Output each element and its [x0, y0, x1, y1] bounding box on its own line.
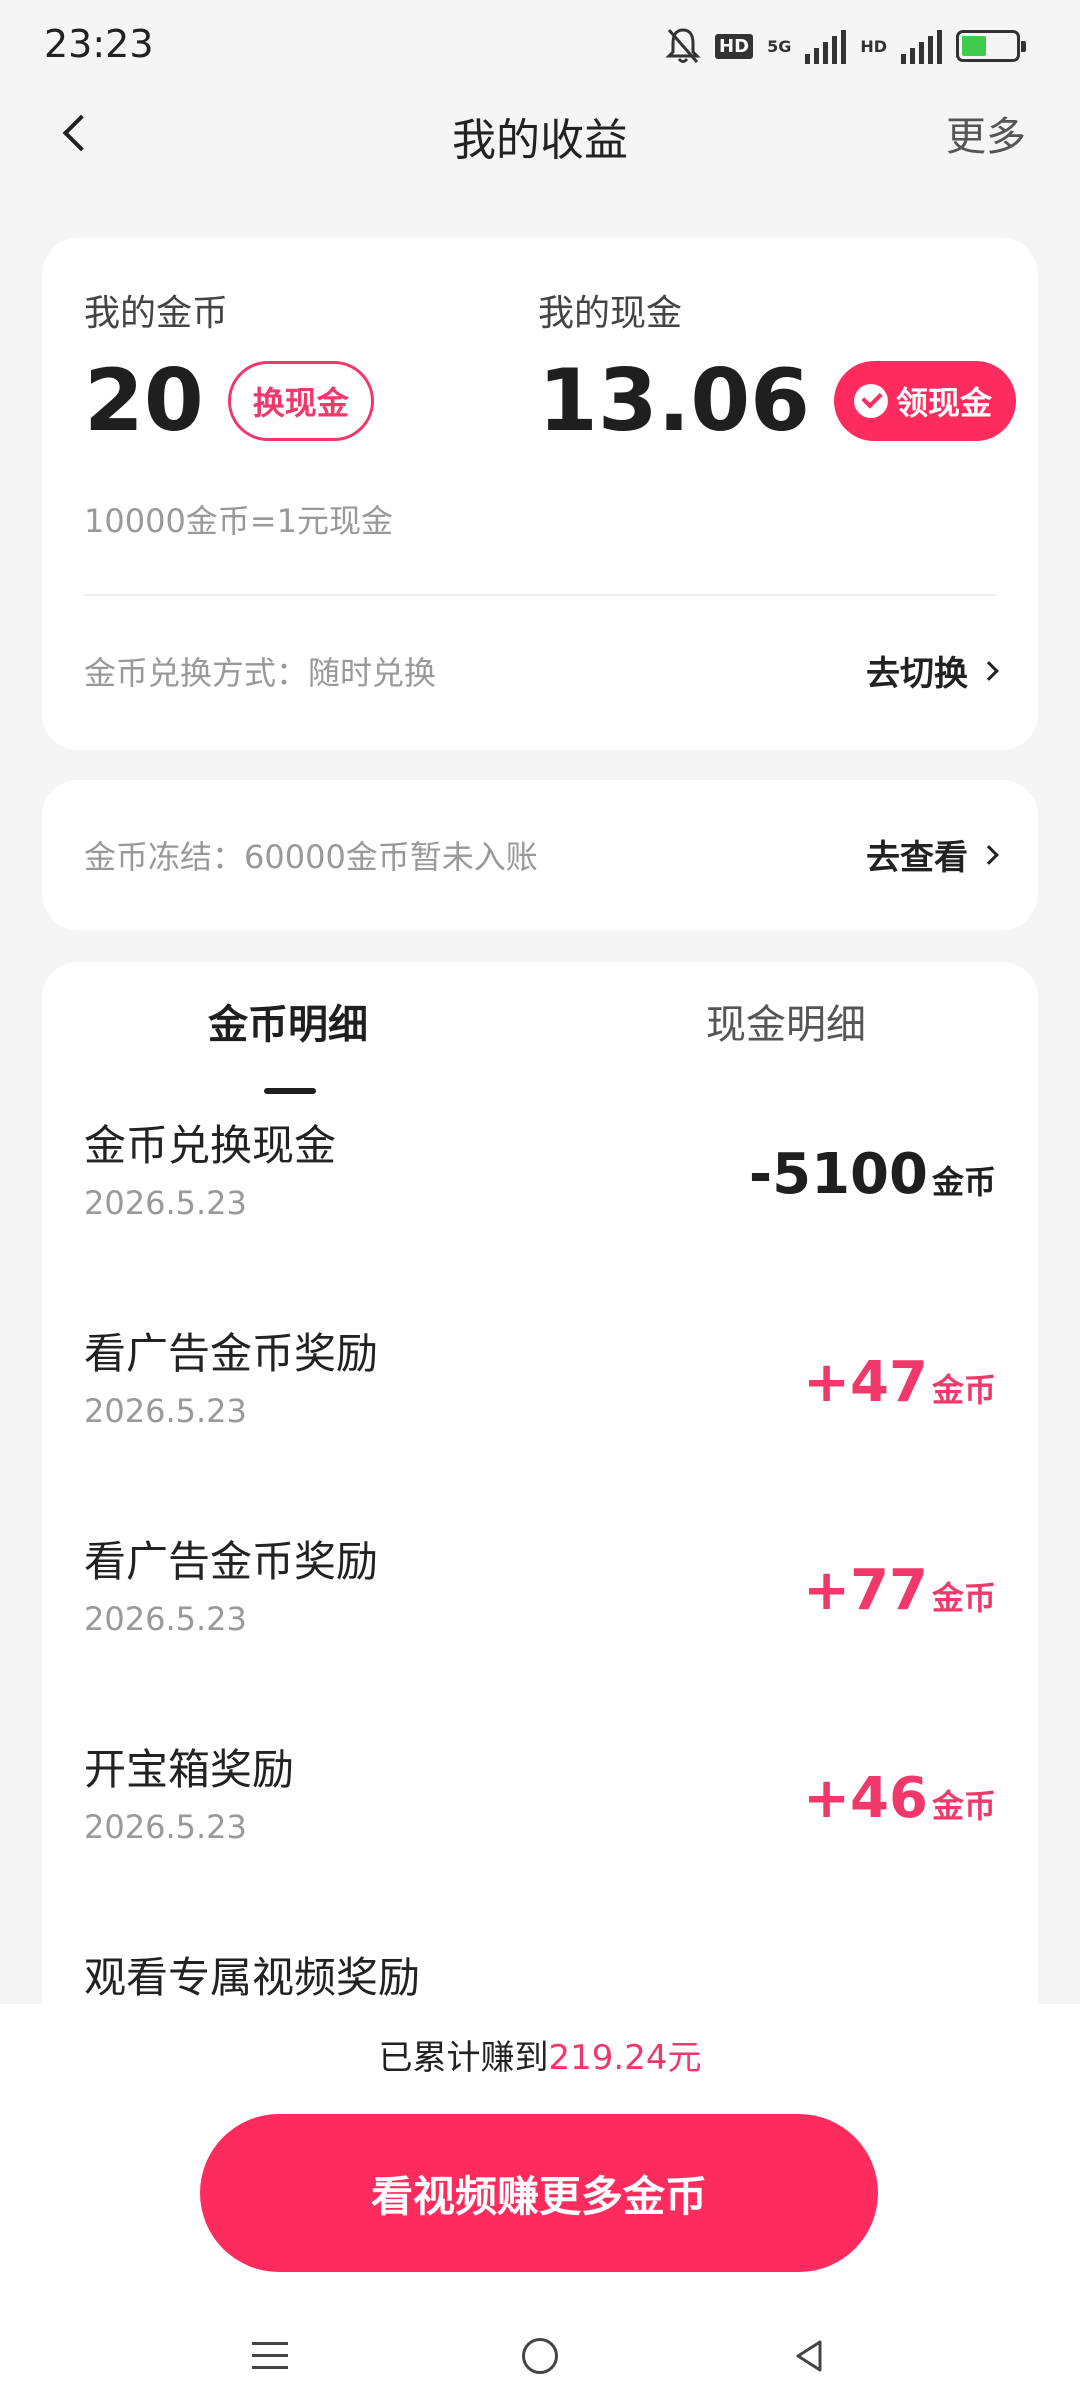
item-date: 2026.5.23 — [84, 1600, 247, 1638]
total-earned-line: 已累计赚到219.24元 — [0, 2030, 1080, 2079]
coins-label: 我的金币 — [84, 293, 229, 334]
bell-muted-icon — [665, 28, 701, 63]
item-amount: -5100 金币 — [749, 1142, 996, 1207]
withdraw-cash-label: 领现金 — [896, 384, 993, 422]
more-link[interactable]: 更多 — [946, 104, 1026, 162]
item-title: 开宝箱奖励 — [84, 1745, 295, 1794]
item-date: 2026.5.23 — [84, 1808, 247, 1846]
cash-label: 我的现金 — [538, 293, 683, 334]
item-date: 2026.5.23 — [84, 1392, 247, 1430]
signal-2-icon — [901, 28, 942, 64]
signal-icon — [805, 28, 847, 64]
divider — [84, 594, 996, 596]
back-triangle-icon[interactable] — [792, 2338, 828, 2374]
active-tab-indicator — [264, 1088, 316, 1094]
exchange-cash-button[interactable]: 换现金 — [227, 361, 374, 441]
detail-tabs: 金币明细 现金明细 — [42, 992, 1038, 1094]
tab-coin-detail[interactable]: 金币明细 — [208, 992, 368, 1050]
exchange-mode-text: 金币兑换方式：随时兑换 — [84, 654, 437, 692]
item-title: 观看专属视频奖励 — [84, 1953, 421, 2002]
item-unit: 金币 — [931, 1371, 996, 1409]
status-time: 23:23 — [44, 22, 154, 66]
total-earned-prefix: 已累计赚到 — [378, 2038, 549, 2078]
watch-video-earn-button[interactable]: 看视频赚更多金币 — [200, 2114, 878, 2272]
item-unit: 金币 — [931, 1163, 996, 1201]
item-value: +47 — [803, 1350, 928, 1415]
network-label: 5G — [767, 36, 792, 56]
list-item[interactable]: 看广告金币奖励 2026.5.23 +77 金币 — [42, 1528, 1038, 1736]
item-unit: 金币 — [931, 1787, 996, 1825]
system-nav-bar — [0, 2320, 1080, 2408]
item-value: -5100 — [748, 1142, 928, 1207]
wechat-check-icon — [854, 384, 889, 418]
item-amount: +77 金币 — [803, 1558, 996, 1623]
view-frozen-link[interactable]: 去查看 — [866, 830, 999, 879]
chevron-right-icon — [979, 844, 999, 865]
menu-icon[interactable] — [252, 2342, 288, 2374]
switch-mode-label: 去切换 — [866, 654, 968, 694]
switch-mode-link[interactable]: 去切换 — [866, 646, 999, 695]
hd2-label: HD — [860, 36, 887, 56]
status-bar: 23:23 HD 5G HD — [0, 0, 1080, 96]
chevron-right-icon — [979, 660, 999, 681]
exchange-rate-text: 10000金币=1元现金 — [84, 502, 393, 540]
earnings-card: 我的金币 20 换现金 我的现金 13.06 领现金 10000金币=1元现金 … — [42, 238, 1038, 750]
hd-icon: HD — [715, 33, 754, 59]
coins-value: 20 — [84, 351, 204, 451]
list-item[interactable]: 金币兑换现金 2026.5.23 -5100 金币 — [42, 1112, 1038, 1320]
item-value: +77 — [803, 1558, 928, 1623]
home-icon[interactable] — [522, 2338, 558, 2374]
header: 我的收益 更多 — [0, 96, 1080, 166]
bottom-panel: 已累计赚到219.24元 看视频赚更多金币 — [0, 2004, 1080, 2408]
cash-section: 我的现金 13.06 领现金 — [538, 284, 1017, 451]
battery-icon — [956, 30, 1026, 62]
detail-card: 金币明细 现金明细 金币兑换现金 2026.5.23 -5100 金币 看广告金… — [42, 962, 1038, 2162]
item-value: +46 — [803, 1766, 928, 1831]
frozen-coins-card: 金币冻结：60000金币暂未入账 去查看 — [42, 780, 1038, 930]
list-item[interactable]: 开宝箱奖励 2026.5.23 +46 金币 — [42, 1736, 1038, 1944]
withdraw-cash-button[interactable]: 领现金 — [834, 361, 1017, 441]
list-item[interactable]: 看广告金币奖励 2026.5.23 +47 金币 — [42, 1320, 1038, 1528]
item-amount: +46 金币 — [803, 1766, 996, 1831]
item-amount: +47 金币 — [803, 1350, 996, 1415]
total-earned-amount: 219.24元 — [548, 2038, 702, 2078]
coins-section: 我的金币 20 换现金 — [84, 284, 374, 444]
item-unit: 金币 — [931, 1579, 996, 1617]
item-title: 看广告金币奖励 — [84, 1537, 379, 1586]
view-frozen-label: 去查看 — [866, 838, 968, 878]
item-date: 2026.5.23 — [84, 1184, 247, 1222]
item-title: 金币兑换现金 — [84, 1121, 337, 1170]
item-title: 看广告金币奖励 — [84, 1329, 379, 1378]
page-title: 我的收益 — [452, 115, 628, 166]
status-icons: HD 5G HD — [665, 26, 1026, 66]
frozen-coins-text: 金币冻结：60000金币暂未入账 — [84, 838, 538, 876]
cash-value: 13.06 — [538, 351, 811, 451]
transaction-list: 金币兑换现金 2026.5.23 -5100 金币 看广告金币奖励 2026.5… — [42, 1112, 1038, 2152]
tab-cash-detail[interactable]: 现金明细 — [706, 992, 866, 1050]
